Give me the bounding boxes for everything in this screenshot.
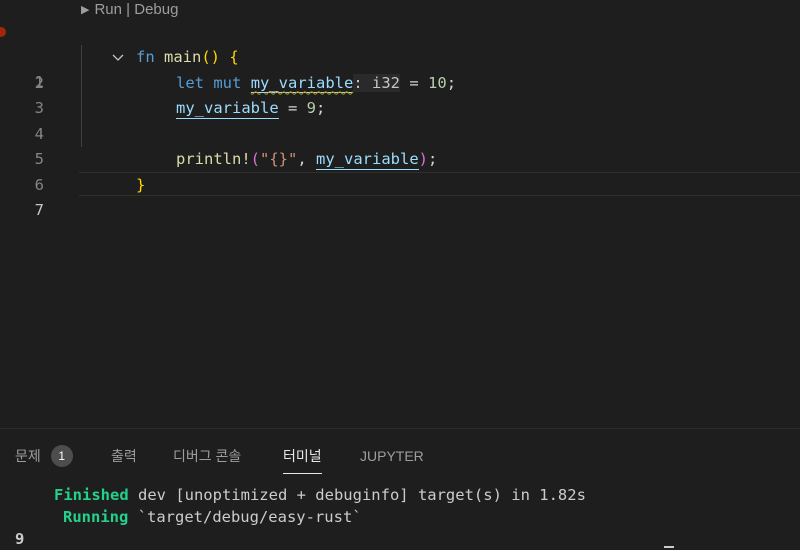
codelens-separator: | [126, 1, 131, 18]
terminal-cursor [664, 546, 674, 548]
tab-output[interactable]: 출력 [111, 445, 137, 467]
tab-terminal[interactable]: 터미널 [283, 445, 322, 474]
terminal-line: Running `target/debug/easy-rust` [63, 508, 362, 526]
problems-count-badge: 1 [50, 445, 73, 467]
code-line-4[interactable]: 4 [0, 96, 800, 143]
code-line-5[interactable]: 5 println!("{}", my_variable); [0, 121, 800, 170]
line-number: 7 [34, 200, 44, 219]
tab-jupyter[interactable]: JUPYTER [360, 445, 424, 467]
code-line-6[interactable]: 6 } [0, 147, 800, 194]
tab-debug-console[interactable]: 디버그 콘솔 [173, 445, 241, 467]
terminal-line: Finished dev [unoptimized + debuginfo] t… [54, 486, 586, 504]
run-triangle-icon: ▶ [81, 4, 90, 16]
chevron-down-icon[interactable] [54, 19, 124, 61]
panel-tab-bar: 문제 1 출력 디버그 콘솔 터미널 JUPYTER [0, 429, 800, 481]
bottom-panel: 문제 1 출력 디버그 콘솔 터미널 JUPYTER Finished dev [… [0, 428, 800, 550]
terminal-status-finished: Finished [54, 486, 129, 504]
terminal-status-running: Running [63, 508, 129, 526]
codelens-run-link[interactable]: Run [94, 1, 122, 18]
codelens-debug-link[interactable]: Debug [134, 1, 178, 18]
codelens: ▶ Run | Debug [81, 0, 178, 20]
code-line-7[interactable]: 7 [0, 172, 800, 219]
code-line-3[interactable]: 3 my_variable = 9; [0, 70, 800, 119]
code-editor[interactable]: ▶ Run | Debug 1 fn main() { 2 let mut my_… [0, 0, 800, 428]
code-line-1[interactable]: 1 fn main() { [0, 19, 800, 91]
code-line-2[interactable]: 2 let mut my_variable: i32 = 10; [0, 45, 800, 93]
tab-problems[interactable]: 문제 1 [15, 445, 73, 467]
terminal-output: 9 [15, 530, 25, 548]
breakpoint-icon[interactable] [0, 27, 6, 37]
